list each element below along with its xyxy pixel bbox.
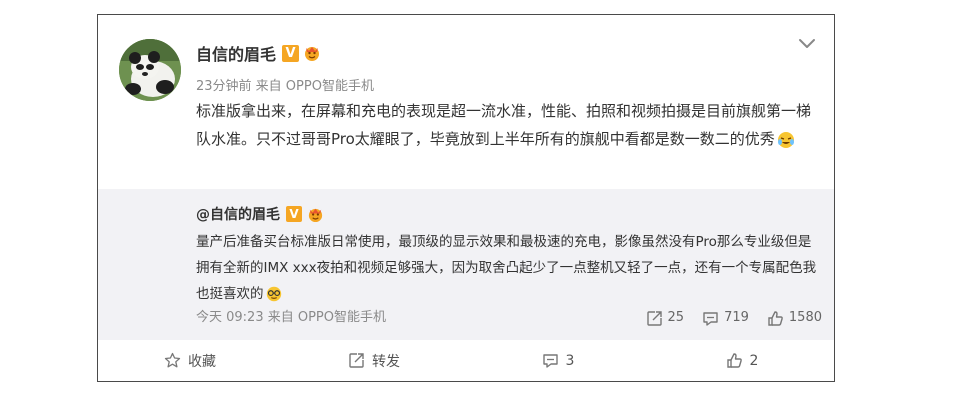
- thumbs-up-icon: [726, 352, 743, 369]
- verified-badge[interactable]: V: [282, 44, 300, 62]
- comment-count: 3: [565, 352, 575, 369]
- favorite-button[interactable]: 收藏: [98, 340, 282, 381]
- author-row: 自信的眉毛 V: [196, 41, 321, 65]
- post-meta[interactable]: 23分钟前 来自 OPPO智能手机: [196, 75, 374, 94]
- retweet-repost-stat[interactable]: 25: [646, 308, 685, 328]
- retweet-comment-count: 719: [724, 310, 749, 325]
- author-name[interactable]: 自信的眉毛: [196, 41, 276, 65]
- star-icon: [164, 352, 181, 369]
- comment-icon: [702, 310, 719, 327]
- post-text: 标准版拿出来，在屏幕和充电的表现是超一流水准，性能、拍照和视频拍摄是目前旗舰第一…: [196, 97, 822, 153]
- retweet-footer: 今天 09:23 来自 OPPO智能手机 25 719 1580: [196, 308, 822, 328]
- comment-icon: [542, 352, 559, 369]
- retweet-text-main: 量产后准备买台标准版日常使用，最顶级的显示效果和最极速的充电，影像虽然没有Pro…: [196, 234, 817, 302]
- glasses-emoji-icon: [265, 285, 283, 303]
- laugh-cry-emoji-icon: [776, 130, 796, 150]
- comment-button[interactable]: 3: [466, 340, 650, 381]
- panda-avatar-image: [119, 39, 181, 101]
- chevron-down-icon[interactable]: [798, 37, 816, 51]
- member-crown-icon[interactable]: [303, 44, 321, 62]
- repost-icon: [646, 310, 663, 327]
- like-count: 2: [749, 352, 759, 369]
- avatar[interactable]: [119, 39, 181, 101]
- retweet-comment-stat[interactable]: 719: [702, 308, 749, 328]
- action-bar: 收藏 转发 3 2: [98, 340, 834, 381]
- retweet-author-name[interactable]: @自信的眉毛: [196, 204, 280, 224]
- retweet-repost-count: 25: [667, 310, 685, 325]
- retweet-like-stat[interactable]: 1580: [767, 308, 822, 328]
- retweet-text: 量产后准备买台标准版日常使用，最顶级的显示效果和最极速的充电，影像虽然没有Pro…: [196, 229, 824, 307]
- retweet-verified-badge[interactable]: V: [286, 206, 302, 222]
- post-text-main: 标准版拿出来，在屏幕和充电的表现是超一流水准，性能、拍照和视频拍摄是目前旗舰第一…: [196, 102, 812, 148]
- repost-button[interactable]: 转发: [282, 340, 466, 381]
- retweet-like-count: 1580: [788, 310, 822, 325]
- like-button[interactable]: 2: [650, 340, 834, 381]
- repost-icon: [348, 352, 365, 369]
- retweet-block[interactable]: @自信的眉毛 V 量产后准备买台标准版日常使用，最顶级的显示效果和最极速的充电，…: [98, 189, 834, 340]
- retweet-stats: 25 719 1580: [646, 308, 822, 328]
- favorite-label: 收藏: [188, 353, 216, 370]
- retweet-member-crown-icon[interactable]: [306, 205, 324, 223]
- weibo-post-card: 自信的眉毛 V 23分钟前 来自 OPPO智能手机 标准版拿出来，在屏幕和充电的…: [97, 14, 835, 382]
- thumbs-up-icon: [767, 310, 784, 327]
- retweet-time[interactable]: 今天 09:23 来自 OPPO智能手机: [196, 308, 386, 328]
- repost-label: 转发: [372, 353, 400, 370]
- retweet-author-row: @自信的眉毛 V: [196, 203, 324, 225]
